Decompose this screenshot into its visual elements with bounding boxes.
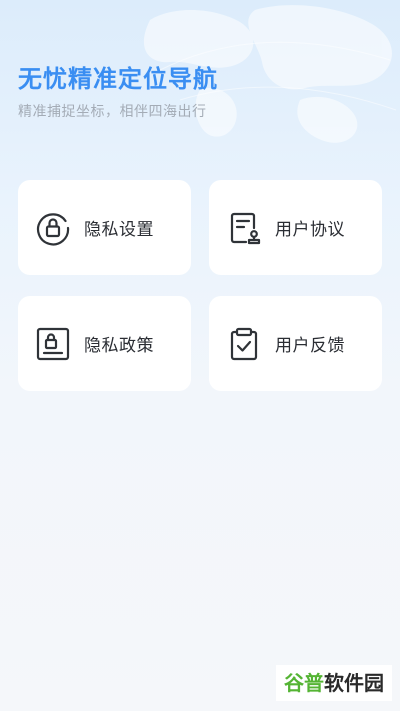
user-agreement-card[interactable]: 用户协议 — [209, 180, 382, 275]
watermark-logo: 谷普软件园 — [276, 665, 392, 701]
lock-document-icon — [35, 326, 71, 362]
privacy-policy-card[interactable]: 隐私政策 — [18, 296, 191, 391]
watermark-part-b: 软件园 — [324, 671, 384, 695]
user-feedback-card[interactable]: 用户反馈 — [209, 296, 382, 391]
app-subtitle: 精准捕捉坐标，相伴四海出行 — [18, 104, 207, 120]
document-stamp-icon — [226, 210, 262, 246]
privacy-policy-label: 隐私政策 — [84, 336, 154, 356]
header: 无忧精准定位导航 精准捕捉坐标，相伴四海出行 — [18, 62, 218, 122]
user-feedback-label: 用户反馈 — [275, 336, 345, 356]
lock-circle-icon — [35, 210, 71, 246]
watermark-part-a: 谷普 — [284, 671, 324, 695]
privacy-settings-card[interactable]: 隐私设置 — [18, 180, 191, 275]
clipboard-check-icon — [226, 326, 262, 362]
user-agreement-label: 用户协议 — [275, 220, 345, 240]
menu-grid: 隐私设置 用户协议 隐私政策 用户反馈 — [18, 180, 382, 391]
privacy-settings-label: 隐私设置 — [84, 220, 154, 240]
app-title: 无忧精准定位导航 — [18, 65, 218, 93]
